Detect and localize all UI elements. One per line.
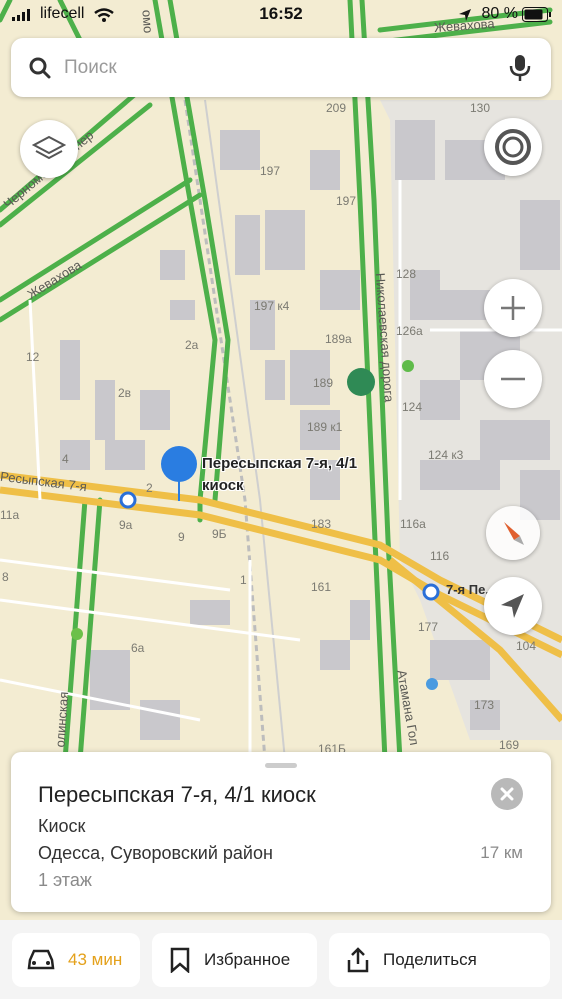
building-number: 124: [402, 400, 423, 414]
building-number: 197: [336, 194, 357, 208]
microphone-icon[interactable]: [509, 54, 531, 82]
pin-label-subtitle: киоск: [202, 477, 244, 494]
building-number: 116: [430, 549, 450, 563]
building-number: 130: [470, 101, 491, 115]
search-input[interactable]: Поиск: [64, 57, 117, 79]
pin-label[interactable]: Пересыпская 7-я, 4/1 киоск: [202, 453, 357, 497]
battery-icon: [522, 7, 551, 22]
building-number: 177: [418, 620, 439, 634]
close-button[interactable]: [491, 778, 523, 810]
building-number: 126а: [396, 324, 423, 338]
building-number: 8: [2, 570, 9, 584]
building-number: 197: [260, 164, 281, 178]
building-number: 1: [240, 573, 247, 587]
building-number: 189: [313, 376, 334, 390]
card-grabber[interactable]: [265, 763, 297, 768]
place-floor: 1 этаж: [38, 870, 92, 890]
layers-icon: [32, 135, 66, 160]
building-number: 2а: [185, 338, 199, 352]
place-card[interactable]: Пересыпская 7-я, 4/1 киоск Киоск Одесса,…: [11, 752, 551, 912]
status-time: 16:52: [259, 4, 303, 23]
share-icon: [347, 947, 369, 973]
place-address: Одесса, Суворовский район: [38, 843, 273, 863]
building-number: 9: [178, 530, 185, 544]
status-bar: lifecell 16:52 80 %: [0, 0, 562, 30]
building-number: 11а: [0, 508, 20, 522]
share-button[interactable]: Поделиться: [329, 933, 550, 987]
building-number: 128: [396, 267, 417, 281]
bookmark-icon: [170, 947, 190, 973]
favorites-button[interactable]: Избранное: [152, 933, 317, 987]
my-location-button[interactable]: [484, 577, 542, 635]
place-type: Киоск: [38, 816, 86, 836]
share-label: Поделиться: [383, 950, 477, 969]
building-number: 124 к3: [428, 448, 464, 462]
location-arrow-icon: [459, 9, 471, 21]
zoom-out-button[interactable]: [484, 350, 542, 408]
building-number: 189а: [325, 332, 352, 346]
building-number: 189 к1: [307, 420, 343, 434]
building-number: 161: [311, 580, 332, 594]
search-icon: [29, 57, 51, 79]
building-number: 9а: [119, 518, 133, 532]
favorites-label: Избранное: [204, 950, 291, 969]
route-button[interactable]: 43 мин: [12, 933, 140, 987]
place-title: Пересыпская 7-я, 4/1 киоск: [38, 782, 316, 807]
building-number: 197 к4: [254, 299, 290, 313]
building-number: 2в: [118, 386, 132, 400]
building-number: 2: [146, 481, 153, 495]
building-number: 183: [311, 517, 332, 531]
car-icon: [27, 949, 55, 970]
building-number: 169: [499, 738, 520, 752]
building-number: 116а: [400, 517, 426, 531]
building-number: 4: [62, 452, 69, 466]
pin-label-title: Пересыпская 7-я, 4/1: [202, 455, 358, 472]
alice-assistant-button[interactable]: [484, 118, 542, 176]
building-number: 6а: [131, 641, 145, 655]
minus-icon: [501, 377, 525, 381]
zoom-in-button[interactable]: [484, 279, 542, 337]
bottom-action-bar: 43 мин Избранное Поделиться: [0, 920, 562, 999]
compass-button[interactable]: [486, 506, 540, 560]
plus-icon: [501, 296, 525, 320]
building-number: 9Б: [212, 527, 227, 541]
building-number: 104: [516, 639, 537, 653]
compass-icon: [504, 522, 524, 545]
route-time: 43 мин: [68, 950, 123, 969]
place-distance: 17 км: [480, 843, 523, 862]
building-number: 12: [26, 350, 40, 364]
building-number: 209: [326, 101, 347, 115]
location-arrow-icon: [501, 594, 524, 618]
layers-button[interactable]: [20, 120, 78, 178]
building-number: 173: [474, 698, 495, 712]
close-icon: [500, 787, 514, 801]
battery-percent: 80 %: [481, 5, 518, 22]
assistant-icon: [495, 129, 531, 165]
search-bar[interactable]: Поиск: [11, 38, 551, 97]
place-pin-icon[interactable]: [159, 445, 199, 503]
